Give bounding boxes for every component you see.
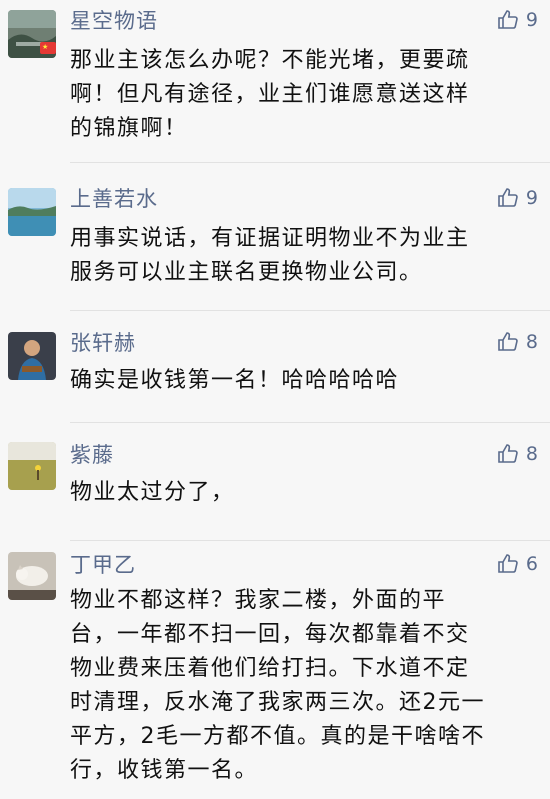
like-count: 6 bbox=[525, 553, 538, 575]
comment-item: 紫藤 8 物业太过分了， bbox=[0, 432, 550, 542]
comment-line: 行，收钱第一名。 bbox=[70, 758, 259, 783]
avatar[interactable] bbox=[8, 332, 56, 380]
comment-line: 物业太过分了， bbox=[70, 480, 235, 505]
comment-line: 啊！但凡有途径，业主们谁愿意送这样 bbox=[70, 82, 470, 107]
comment-text: 物业不都这样？我家二楼，外面的平 台，一年都不扫一回，每次都靠着不交 物业费来压… bbox=[70, 584, 530, 788]
like-button[interactable]: 8 bbox=[496, 442, 538, 466]
comment-text: 物业太过分了， bbox=[70, 476, 530, 510]
avatar[interactable] bbox=[8, 552, 56, 600]
like-count: 9 bbox=[525, 9, 538, 31]
like-button[interactable]: 6 bbox=[496, 552, 538, 576]
like-button[interactable]: 8 bbox=[496, 330, 538, 354]
divider bbox=[70, 422, 550, 423]
comment-line: 用事实说话，有证据证明物业不为业主 bbox=[70, 226, 470, 251]
comment-line: 服务可以业主联名更换物业公司。 bbox=[70, 260, 423, 285]
china-flag-icon: ★ bbox=[40, 42, 56, 54]
thumbs-up-icon bbox=[498, 332, 518, 351]
username[interactable]: 丁甲乙 bbox=[70, 552, 136, 578]
comment-line: 物业费来压着他们给打扫。下水道不定 bbox=[70, 656, 470, 681]
comment-line: 时清理，反水淹了我家两三次。还2元一 bbox=[70, 690, 485, 715]
like-button[interactable]: 9 bbox=[496, 186, 538, 210]
avatar[interactable] bbox=[8, 442, 56, 490]
username[interactable]: 紫藤 bbox=[70, 442, 114, 468]
comment-item: 丁甲乙 6 物业不都这样？我家二楼，外面的平 台，一年都不扫一回，每次都靠着不交… bbox=[0, 542, 550, 799]
comment-item: 张轩赫 8 确实是收钱第一名！哈哈哈哈哈 bbox=[0, 320, 550, 432]
username[interactable]: 星空物语 bbox=[70, 8, 158, 34]
like-count: 9 bbox=[525, 187, 538, 209]
comment-text: 用事实说话，有证据证明物业不为业主 服务可以业主联名更换物业公司。 bbox=[70, 222, 530, 290]
comment-line: 确实是收钱第一名！哈哈哈哈哈 bbox=[70, 368, 400, 393]
avatar[interactable] bbox=[8, 188, 56, 236]
like-count: 8 bbox=[525, 331, 538, 353]
username[interactable]: 张轩赫 bbox=[70, 330, 136, 356]
divider bbox=[70, 162, 550, 163]
comment-line: 平方，2毛一方都不值。真的是干啥啥不 bbox=[70, 724, 485, 749]
like-count: 8 bbox=[525, 443, 538, 465]
thumbs-up-icon bbox=[498, 188, 518, 207]
thumbs-up-icon bbox=[498, 554, 518, 573]
like-button[interactable]: 9 bbox=[496, 8, 538, 32]
username[interactable]: 上善若水 bbox=[70, 186, 158, 212]
comment-item: ★ 星空物语 9 那业主该怎么办呢？不能光堵，更要疏 啊！但凡有途径，业主们谁愿… bbox=[0, 0, 550, 170]
thumbs-up-icon bbox=[498, 10, 518, 29]
comment-item: 上善若水 9 用事实说话，有证据证明物业不为业主 服务可以业主联名更换物业公司。 bbox=[0, 170, 550, 320]
comment-text: 那业主该怎么办呢？不能光堵，更要疏 啊！但凡有途径，业主们谁愿意送这样 的锦旗啊… bbox=[70, 44, 530, 146]
comment-line: 的锦旗啊！ bbox=[70, 116, 188, 141]
thumbs-up-icon bbox=[498, 444, 518, 463]
comment-line: 物业不都这样？我家二楼，外面的平 bbox=[70, 588, 447, 613]
divider bbox=[70, 310, 550, 311]
comment-text: 确实是收钱第一名！哈哈哈哈哈 bbox=[70, 364, 530, 398]
comment-line: 台，一年都不扫一回，每次都靠着不交 bbox=[70, 622, 470, 647]
divider bbox=[70, 540, 550, 541]
comment-line: 那业主该怎么办呢？不能光堵，更要疏 bbox=[70, 48, 470, 73]
